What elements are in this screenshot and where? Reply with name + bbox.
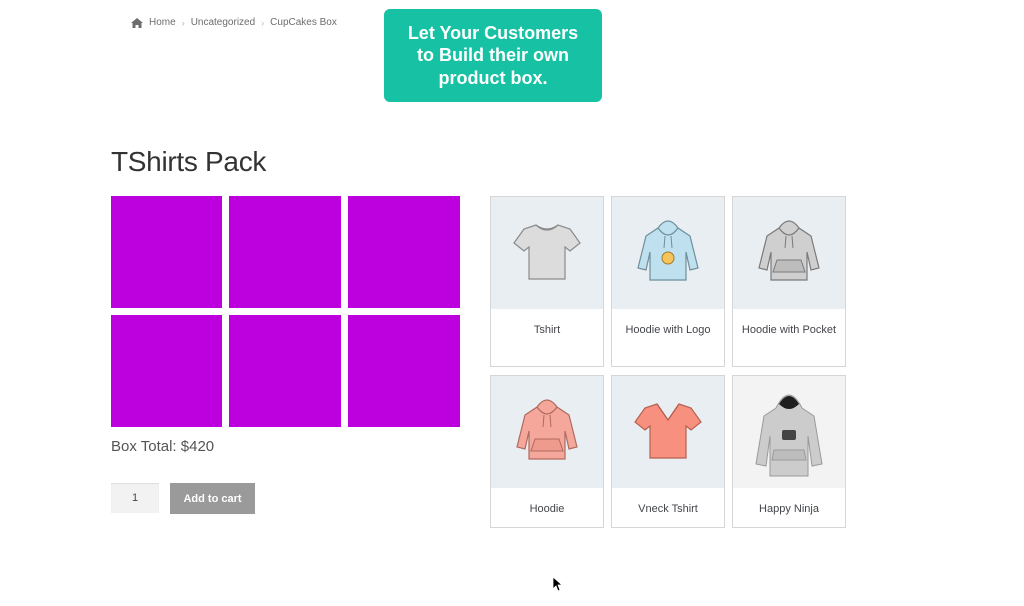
box-slot[interactable] [111, 196, 222, 308]
product-name: Hoodie with Logo [625, 324, 711, 336]
breadcrumb-uncategorized[interactable]: Uncategorized [191, 17, 255, 28]
box-slot[interactable] [229, 196, 341, 308]
product-name: Vneck Tshirt [638, 503, 698, 515]
product-image [491, 197, 603, 309]
box-slot[interactable] [111, 315, 222, 427]
promo-line-3: product box. [438, 67, 548, 88]
product-grid: Tshirt Hoodie with Logo Hoodie with Pock… [490, 196, 846, 528]
chevron-right-icon: › [181, 17, 185, 28]
home-icon [131, 17, 143, 28]
box-slot[interactable] [348, 315, 460, 427]
product-card-happy-ninja[interactable]: Happy Ninja [732, 375, 846, 528]
tshirt-icon [512, 219, 582, 288]
product-name: Tshirt [533, 324, 561, 336]
breadcrumb-home[interactable]: Home [149, 17, 176, 28]
breadcrumb-current: CupCakes Box [270, 17, 337, 28]
chevron-right-icon: › [261, 17, 265, 28]
product-name: Hoodie [529, 503, 565, 515]
product-card-hoodie-with-logo[interactable]: Hoodie with Logo [611, 196, 725, 367]
product-name: Hoodie with Pocket [741, 324, 837, 336]
product-card-tshirt[interactable]: Tshirt [490, 196, 604, 367]
ninja-hoodie-icon [754, 380, 824, 485]
promo-banner: Let Your Customers to Build their own pr… [384, 9, 602, 102]
product-image [612, 376, 724, 488]
product-card-vneck-tshirt[interactable]: Vneck Tshirt [611, 375, 725, 528]
product-name: Happy Ninja [759, 503, 819, 515]
product-image [733, 197, 845, 309]
box-slot[interactable] [229, 315, 341, 427]
product-card-hoodie-with-pocket[interactable]: Hoodie with Pocket [732, 196, 846, 367]
hoodie-logo-icon [636, 216, 700, 291]
box-slot-grid [111, 196, 460, 427]
product-image [612, 197, 724, 309]
box-total: Box Total: $420 [111, 438, 215, 455]
product-image [491, 376, 603, 488]
mouse-cursor-icon [552, 576, 564, 597]
hoodie-icon [515, 395, 579, 470]
product-image [733, 376, 845, 488]
promo-line-1: Let Your Customers [407, 22, 579, 43]
promo-line-2: to Build their own [417, 45, 569, 66]
product-card-hoodie[interactable]: Hoodie [490, 375, 604, 528]
quantity-input[interactable] [111, 483, 159, 513]
box-slot[interactable] [348, 196, 460, 308]
page-title: TShirts Pack [111, 146, 267, 177]
breadcrumb: Home › Uncategorized › CupCakes Box [131, 17, 337, 28]
hoodie-pocket-icon [757, 216, 821, 291]
add-to-cart-button[interactable]: Add to cart [170, 483, 255, 514]
vneck-tshirt-icon [633, 398, 703, 467]
